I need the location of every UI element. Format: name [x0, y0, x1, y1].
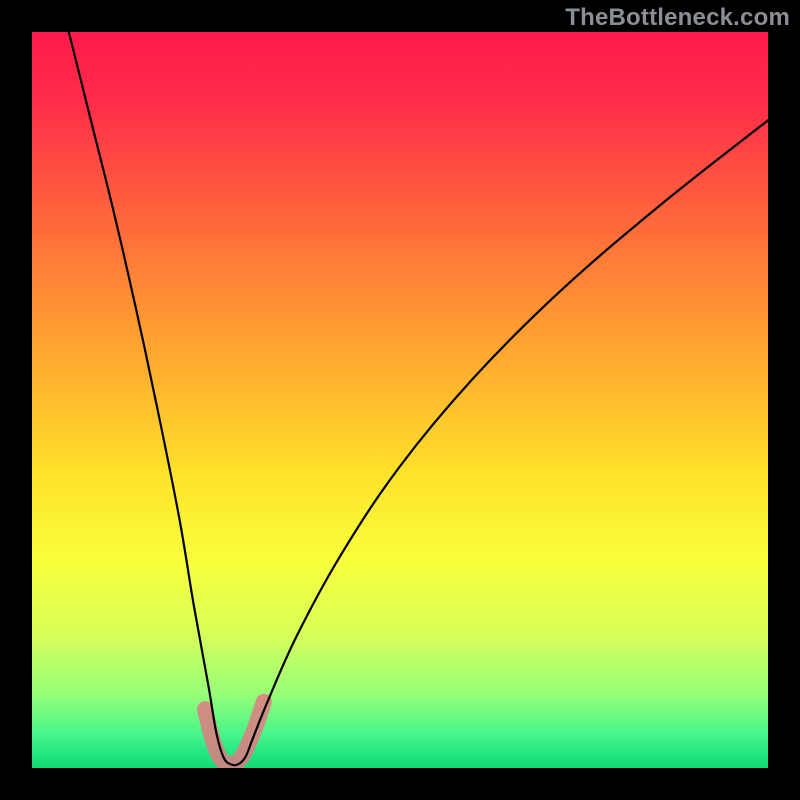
chart-svg: [32, 32, 768, 768]
watermark-text: TheBottleneck.com: [565, 4, 790, 32]
gradient-background: [32, 32, 768, 768]
plot-area: [32, 32, 768, 768]
chart-frame: TheBottleneck.com: [0, 0, 800, 800]
